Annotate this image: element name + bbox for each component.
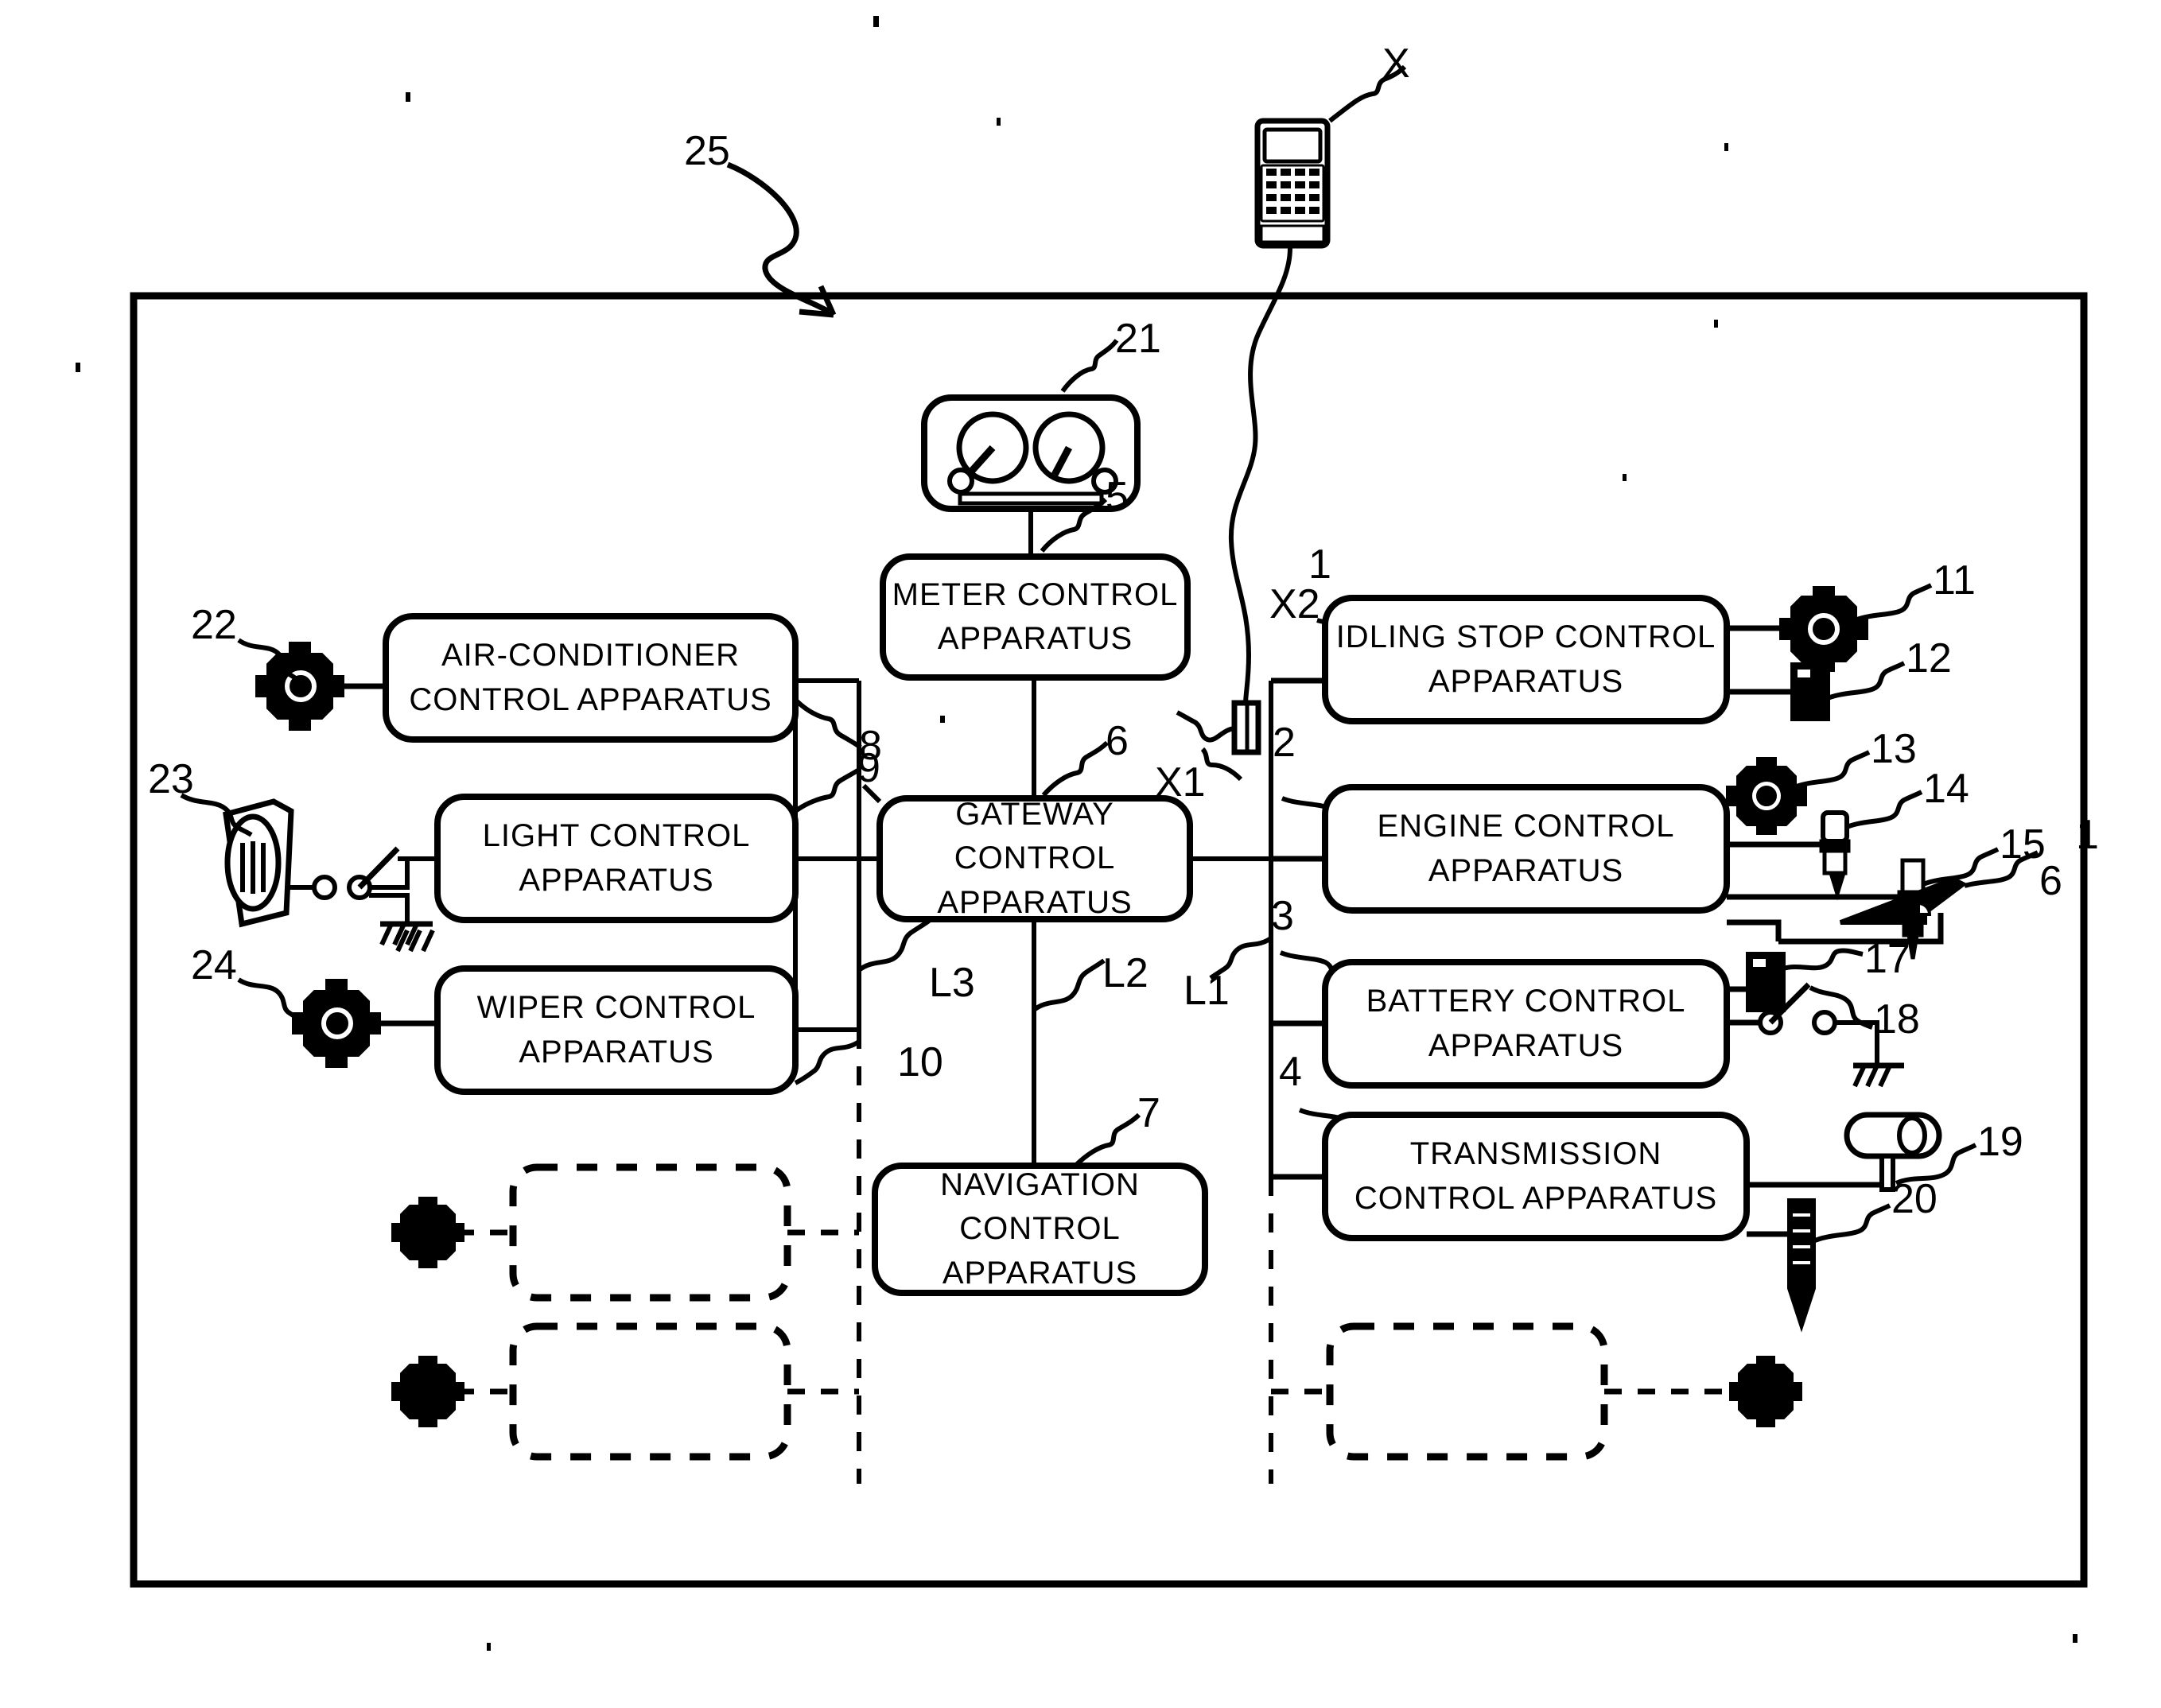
refnum-17: 17 — [1864, 936, 1910, 982]
refnum-22: 22 — [191, 602, 237, 648]
refnum-2-engine: 2 — [1273, 720, 1296, 766]
switch-blade — [357, 846, 400, 890]
solenoid-20-icon — [1787, 1198, 1816, 1333]
fuel-injector-14-icon — [1819, 810, 1851, 901]
refnum-23: 23 — [148, 756, 194, 802]
leader-6 — [1041, 740, 1110, 797]
leader-25 — [726, 161, 830, 314]
refnum-5: 5 — [1106, 474, 1129, 520]
idle-actuator-12-icon — [1790, 662, 1830, 721]
leader-15 — [1922, 847, 2000, 887]
refnum-25: 25 — [684, 128, 730, 174]
refnum-L1: L1 — [1183, 968, 1230, 1014]
box-wiper-control — [434, 965, 799, 1095]
wire-engine-to-pedal — [1727, 919, 1782, 941]
leader-11 — [1853, 583, 1933, 623]
gear-icon-right — [1729, 1356, 1802, 1427]
idle-sensor-11-icon — [1779, 586, 1868, 672]
leader-10 — [794, 1039, 861, 1085]
refnum-L3: L3 — [929, 960, 975, 1006]
box-gateway-control — [876, 795, 1193, 922]
refnum-19: 19 — [1977, 1119, 2023, 1165]
leader-24 — [237, 977, 304, 1023]
leader-X2 — [1176, 710, 1235, 743]
leader-14 — [1845, 790, 1923, 829]
box-transmission-control — [1322, 1112, 1750, 1241]
box-battery-control — [1322, 959, 1730, 1089]
gear-icon-left-lower — [391, 1356, 464, 1427]
box-meter-control — [880, 553, 1191, 681]
ground-symbol-icon-2 — [1852, 1062, 1904, 1088]
refnum-12: 12 — [1906, 635, 1952, 681]
refnum-6-right: 6 — [2039, 858, 2062, 904]
refnum-X: X — [1382, 41, 1410, 87]
refnum-6-gateway: 6 — [1106, 718, 1129, 764]
box-light-control — [434, 794, 799, 923]
ac-sensor-icon — [255, 642, 344, 731]
refnum-7: 7 — [1137, 1090, 1160, 1136]
leader-12 — [1826, 661, 1906, 701]
refnum-11: 11 — [1933, 557, 1976, 604]
refnum-X1: X1 — [1155, 759, 1206, 805]
refnum-1-right: 1 — [2076, 812, 2099, 858]
placeholder-box-left-lower — [509, 1322, 791, 1461]
terminal-18b — [1812, 1010, 1837, 1035]
leader-L3 — [857, 918, 931, 972]
leader-20 — [1813, 1203, 1891, 1243]
terminal-lamp — [312, 875, 337, 900]
refnum-3-battery: 3 — [1271, 893, 1294, 939]
figure-linework — [76, 16, 2088, 1651]
refnum-21: 21 — [1115, 316, 1161, 362]
placeholder-box-left-upper — [509, 1163, 791, 1302]
refnum-13: 13 — [1871, 726, 1917, 772]
box-idling-stop-control — [1322, 595, 1730, 724]
refnum-4-transmission: 4 — [1279, 1049, 1302, 1095]
refnum-1-idling: 1 — [1308, 542, 1331, 588]
diagnostic-cable — [1228, 247, 1292, 705]
refnum-L2: L2 — [1102, 950, 1149, 996]
refnum-14: 14 — [1923, 766, 1969, 812]
box-airconditioner-control — [383, 613, 799, 743]
leader-21 — [1060, 339, 1119, 393]
placeholder-box-right — [1326, 1322, 1608, 1461]
connector-X2-icon — [1231, 700, 1261, 755]
refnum-9: 9 — [857, 745, 880, 791]
leader-13 — [1793, 750, 1871, 790]
patent-figure-canvas: METER CONTROL APPARATUS GATEWAY CONTROL … — [0, 0, 2161, 1708]
refnum-10: 10 — [897, 1039, 943, 1085]
leader-17 — [1782, 948, 1864, 971]
box-engine-control — [1322, 784, 1730, 914]
refnum-18: 18 — [1874, 996, 1920, 1042]
wire-switch-ground — [369, 893, 410, 922]
wiper-sensor-icon — [292, 979, 381, 1068]
engine-sensor-13-icon — [1726, 757, 1807, 835]
lamp-icon — [223, 798, 294, 928]
spray-marks — [395, 929, 435, 953]
refnum-24: 24 — [191, 942, 237, 988]
leader-7 — [1073, 1112, 1141, 1168]
battery-17-icon — [1746, 952, 1786, 1012]
diagnostic-tool-body — [1254, 118, 1331, 249]
box-navigation-control — [872, 1163, 1208, 1296]
refnum-20: 20 — [1891, 1176, 1938, 1222]
leader-L2 — [1032, 958, 1106, 1012]
leader-8 — [793, 697, 862, 750]
gear-icon-left-upper — [391, 1197, 464, 1268]
leader-9 — [794, 767, 861, 813]
